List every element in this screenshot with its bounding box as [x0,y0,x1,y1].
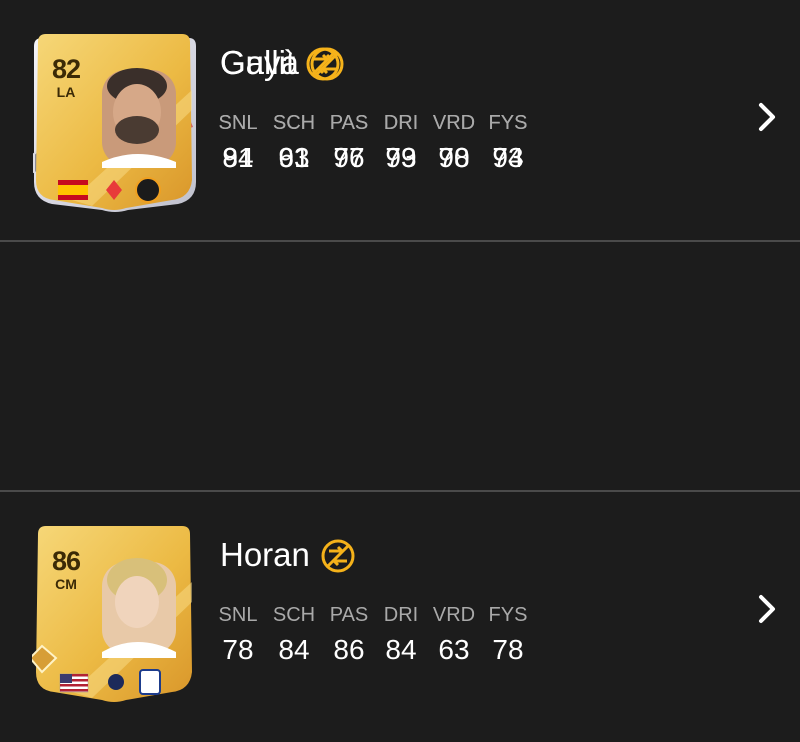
stat-value: 63 [438,634,470,665]
stat-value: 84 [385,634,417,665]
row-divider [0,240,800,242]
stat-label: DRI [383,112,419,134]
stat-value: 84 [278,634,310,665]
stat-label: SCH [272,604,316,626]
player-list: 96 CA Gullit SNL94 SCH93 PAS96 DRI93 VRD… [0,0,800,742]
stat-defending: VRD 63 [426,604,482,666]
card-rating: 86 [51,546,81,576]
player-name: Gayà [220,44,299,81]
stat-physical: FYS 78 [480,604,536,666]
stat-label: SNL [218,112,258,134]
card-rating: 82 [51,54,81,84]
stat-value: 61 [278,142,310,173]
stat-passing: PAS 86 [321,604,377,666]
player-card: 86 CM [32,522,207,704]
stat-label: FYS [488,604,528,626]
player-row[interactable]: 82 LA Gayà SNL 81 SCH 61 PAS 77 DRI 79 VRD 78… [0,0,800,240]
card-position: LA [56,84,76,100]
stat-label: PAS [329,112,369,134]
chemistry-style-icon [321,539,355,573]
stat-value: 78 [438,142,470,173]
stat-value: 81 [222,142,254,173]
row-divider [0,490,800,492]
stat-dribbling: DRI 79 [373,112,429,174]
stat-label: VRD [432,604,476,626]
stat-label: PAS [329,604,369,626]
card-position: CM [55,576,77,592]
stat-shooting: SCH 61 [266,112,322,174]
stat-defending: VRD 78 [426,112,482,174]
stat-label: SCH [272,112,316,134]
stat-value: 86 [333,634,365,665]
stat-pace: SNL 81 [210,112,266,174]
player-card: 82 LA [32,30,207,212]
chevron-right-icon[interactable] [756,100,778,134]
stat-value: 77 [333,142,365,173]
chevron-right-icon[interactable] [756,592,778,626]
stat-value: 74 [492,142,524,173]
stat-value: 78 [492,634,524,665]
stat-shooting: SCH 84 [266,604,322,666]
stat-label: SNL [218,604,258,626]
stat-value: 79 [385,142,417,173]
stat-dribbling: DRI 84 [373,604,429,666]
stat-physical: FYS 74 [480,112,536,174]
chemistry-style-icon [310,47,344,81]
player-name: Horan [220,536,310,573]
stat-label: VRD [432,112,476,134]
stat-passing: PAS 77 [321,112,377,174]
stat-label: FYS [488,112,528,134]
stat-label: DRI [383,604,419,626]
stat-value: 78 [222,634,254,665]
player-row[interactable]: 86 CM Horan SNL 78 SCH 84 PAS 86 DRI 84 VRD 6… [0,492,800,742]
stat-pace: SNL 78 [210,604,266,666]
